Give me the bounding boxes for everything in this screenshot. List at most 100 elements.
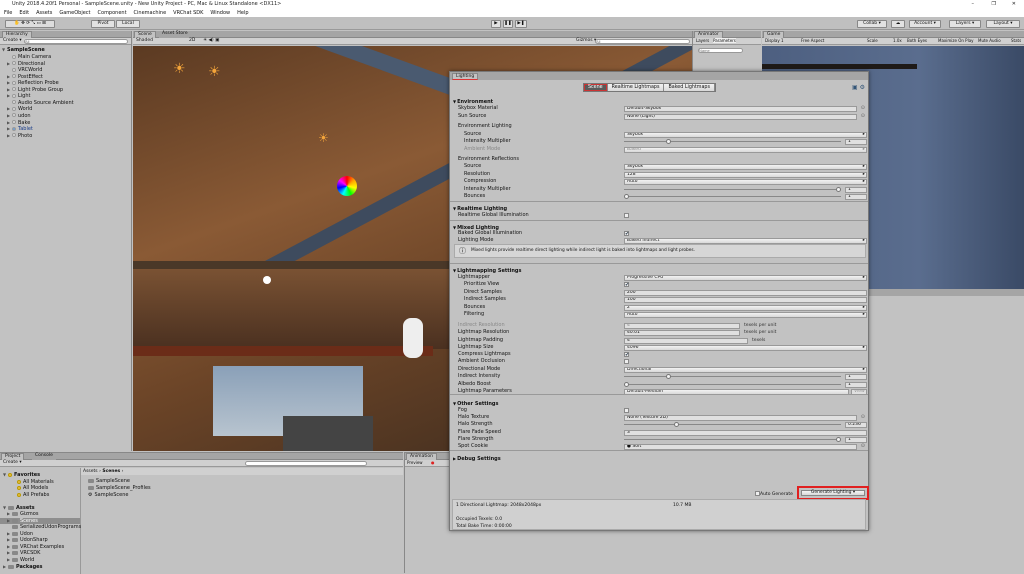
foldout-arrow-icon[interactable]: ▼ bbox=[453, 206, 456, 211]
slider-track[interactable] bbox=[624, 384, 841, 385]
slider-track[interactable] bbox=[624, 424, 841, 425]
project-tree-item[interactable]: All Prefabs bbox=[0, 492, 80, 498]
shading-dropdown[interactable]: Shaded bbox=[136, 38, 153, 43]
light-probe-icon[interactable] bbox=[263, 276, 271, 284]
layout-dropdown[interactable]: Layout ▾ bbox=[986, 20, 1020, 28]
tab-animation[interactable]: Animation bbox=[406, 453, 437, 460]
menu-window[interactable]: Window bbox=[210, 10, 230, 16]
tab-project[interactable]: Project bbox=[1, 453, 25, 460]
slider-handle[interactable] bbox=[666, 139, 672, 144]
foldout-arrow-icon[interactable]: ▼ bbox=[453, 99, 456, 104]
foldout-arrow-icon[interactable]: ▼ bbox=[453, 401, 456, 406]
gizmos-dropdown[interactable]: Gizmos ▾ bbox=[576, 38, 596, 43]
scene-view-toggles[interactable]: ☀ ◀) ▣ bbox=[203, 38, 219, 43]
maximize-button[interactable]: ❐ bbox=[992, 0, 996, 9]
slider-track[interactable] bbox=[624, 196, 841, 197]
menu-component[interactable]: Component bbox=[98, 10, 127, 16]
number-field[interactable]: 40.01 bbox=[624, 330, 740, 336]
play-button[interactable]: ▶ bbox=[491, 20, 501, 28]
tab-lighting[interactable]: Lighting bbox=[452, 73, 479, 80]
tab-hierarchy[interactable]: Hierarchy bbox=[2, 31, 32, 38]
checkbox[interactable]: ✔ bbox=[624, 282, 629, 288]
tab-console[interactable]: Console bbox=[32, 453, 56, 460]
project-tree-item[interactable]: ▼ Favorites bbox=[0, 472, 80, 478]
lighting-tab-baked-lightmaps[interactable]: Baked Lightmaps bbox=[664, 84, 715, 91]
project-tree-item[interactable]: ▶ VRCSDK bbox=[0, 550, 80, 556]
breadcrumb-scenes[interactable]: Scenes bbox=[102, 469, 120, 474]
project-file[interactable]: SampleScene bbox=[88, 478, 130, 484]
lighting-tab-realtime-lightmaps[interactable]: Realtime Lightmaps bbox=[607, 84, 665, 91]
hierarchy-item[interactable]: ▶ Directional bbox=[7, 61, 45, 67]
object-picker-icon[interactable]: ⊙ bbox=[861, 443, 865, 450]
slider-track[interactable] bbox=[624, 376, 841, 377]
slider-track[interactable] bbox=[624, 439, 841, 440]
project-tree-item[interactable]: SerializedUdonPrograms bbox=[0, 524, 81, 530]
hierarchy-item[interactable]: Audio Source Ambient bbox=[7, 100, 74, 106]
lighting-settings-icons[interactable]: ▣ ⚙ bbox=[852, 84, 865, 91]
checkbox[interactable] bbox=[624, 408, 629, 413]
project-file[interactable]: SampleScene_Profiles bbox=[88, 485, 151, 491]
hierarchy-item[interactable]: ▶ Photo bbox=[7, 133, 32, 139]
audio-source-gizmo[interactable] bbox=[403, 318, 423, 358]
menu-file[interactable]: File bbox=[4, 10, 12, 16]
object-picker-icon[interactable]: ⊙ bbox=[861, 105, 865, 112]
hierarchy-search[interactable] bbox=[24, 39, 128, 44]
checkbox[interactable] bbox=[624, 213, 629, 218]
record-icon[interactable]: ● bbox=[431, 460, 435, 465]
object-field[interactable]: Default-Skybox bbox=[624, 106, 857, 112]
cloud-button[interactable]: ☁ bbox=[891, 20, 905, 28]
checkbox[interactable]: ✔ bbox=[624, 352, 629, 358]
create-button[interactable]: Create ▾ bbox=[3, 460, 22, 465]
auto-generate-toggle[interactable]: Auto Generate bbox=[755, 491, 793, 497]
project-tree-item[interactable]: All Models bbox=[0, 485, 80, 491]
generate-lighting-button[interactable]: Generate Lighting ▾ bbox=[801, 490, 865, 496]
hierarchy-item[interactable]: ▶ udon bbox=[7, 113, 31, 119]
hierarchy-item[interactable]: ▶ Bake bbox=[7, 120, 30, 126]
eyes-dropdown[interactable]: Both Eyes bbox=[907, 38, 927, 43]
checkbox[interactable] bbox=[624, 359, 629, 364]
slider-value-field[interactable]: 1 bbox=[845, 374, 867, 380]
slider-handle[interactable] bbox=[624, 382, 629, 387]
hierarchy-item[interactable]: ▶ World bbox=[7, 106, 32, 112]
hierarchy-item[interactable]: Main Camera bbox=[7, 54, 51, 60]
dropdown[interactable]: Auto ▸ bbox=[624, 312, 867, 318]
light-gizmo-icon[interactable]: ☀ bbox=[208, 64, 221, 80]
tab-game[interactable]: Game bbox=[763, 31, 785, 38]
create-button[interactable]: Create ▾ bbox=[3, 38, 22, 43]
stats-toggle[interactable]: Stats bbox=[1011, 38, 1021, 43]
light-gizmo-icon[interactable]: ☀ bbox=[173, 61, 186, 77]
foldout-arrow-icon[interactable]: ▶ bbox=[453, 456, 456, 461]
slider-handle[interactable] bbox=[836, 187, 841, 192]
close-button[interactable]: ✕ bbox=[1012, 0, 1016, 9]
slider-value-field[interactable]: 1 bbox=[845, 139, 867, 145]
layers-dropdown[interactable]: Layers ▾ bbox=[949, 20, 981, 28]
menu-help[interactable]: Help bbox=[237, 10, 248, 16]
pause-button[interactable]: ❚❚ bbox=[503, 20, 513, 28]
minimize-button[interactable]: – bbox=[972, 0, 975, 9]
reflection-probe-icon[interactable] bbox=[337, 176, 357, 196]
account-button[interactable]: Account ▾ bbox=[909, 20, 941, 28]
local-button[interactable]: Local bbox=[116, 20, 140, 28]
tab-asset-store[interactable]: Asset Store bbox=[159, 31, 191, 38]
hierarchy-item[interactable]: ▶ Light Probe Group bbox=[7, 87, 63, 93]
tab-animator[interactable]: Animator bbox=[694, 31, 723, 38]
object-field[interactable]: None (Light) bbox=[624, 114, 857, 120]
slider-value-field[interactable]: 0.236 bbox=[845, 422, 867, 428]
dropdown[interactable]: Auto ▸ bbox=[624, 179, 867, 185]
scale-value[interactable]: 1.0x bbox=[893, 38, 902, 43]
foldout-arrow-icon[interactable]: ▼ bbox=[453, 268, 456, 273]
view-button[interactable]: View bbox=[851, 389, 867, 395]
aspect-dropdown[interactable]: Free Aspect bbox=[801, 38, 824, 43]
project-search[interactable] bbox=[245, 461, 367, 466]
number-field[interactable]: 100 bbox=[624, 297, 867, 303]
object-field[interactable]: ● Soft bbox=[624, 444, 857, 450]
tab-scene[interactable]: Scene bbox=[134, 31, 156, 38]
menu-assets[interactable]: Assets bbox=[36, 10, 52, 16]
light-gizmo-icon[interactable]: ☀ bbox=[318, 131, 329, 145]
hierarchy-item[interactable]: ▶ Light bbox=[7, 93, 30, 99]
slider-value-field[interactable]: 1 bbox=[845, 194, 867, 200]
hierarchy-item[interactable]: ▶ PostEffect bbox=[7, 74, 43, 80]
step-button[interactable]: ▶❚ bbox=[515, 20, 527, 28]
project-tree-item[interactable]: ▶ UdonSharp bbox=[0, 537, 80, 543]
hierarchy-item[interactable]: ▶ Reflection Probe bbox=[7, 80, 59, 86]
